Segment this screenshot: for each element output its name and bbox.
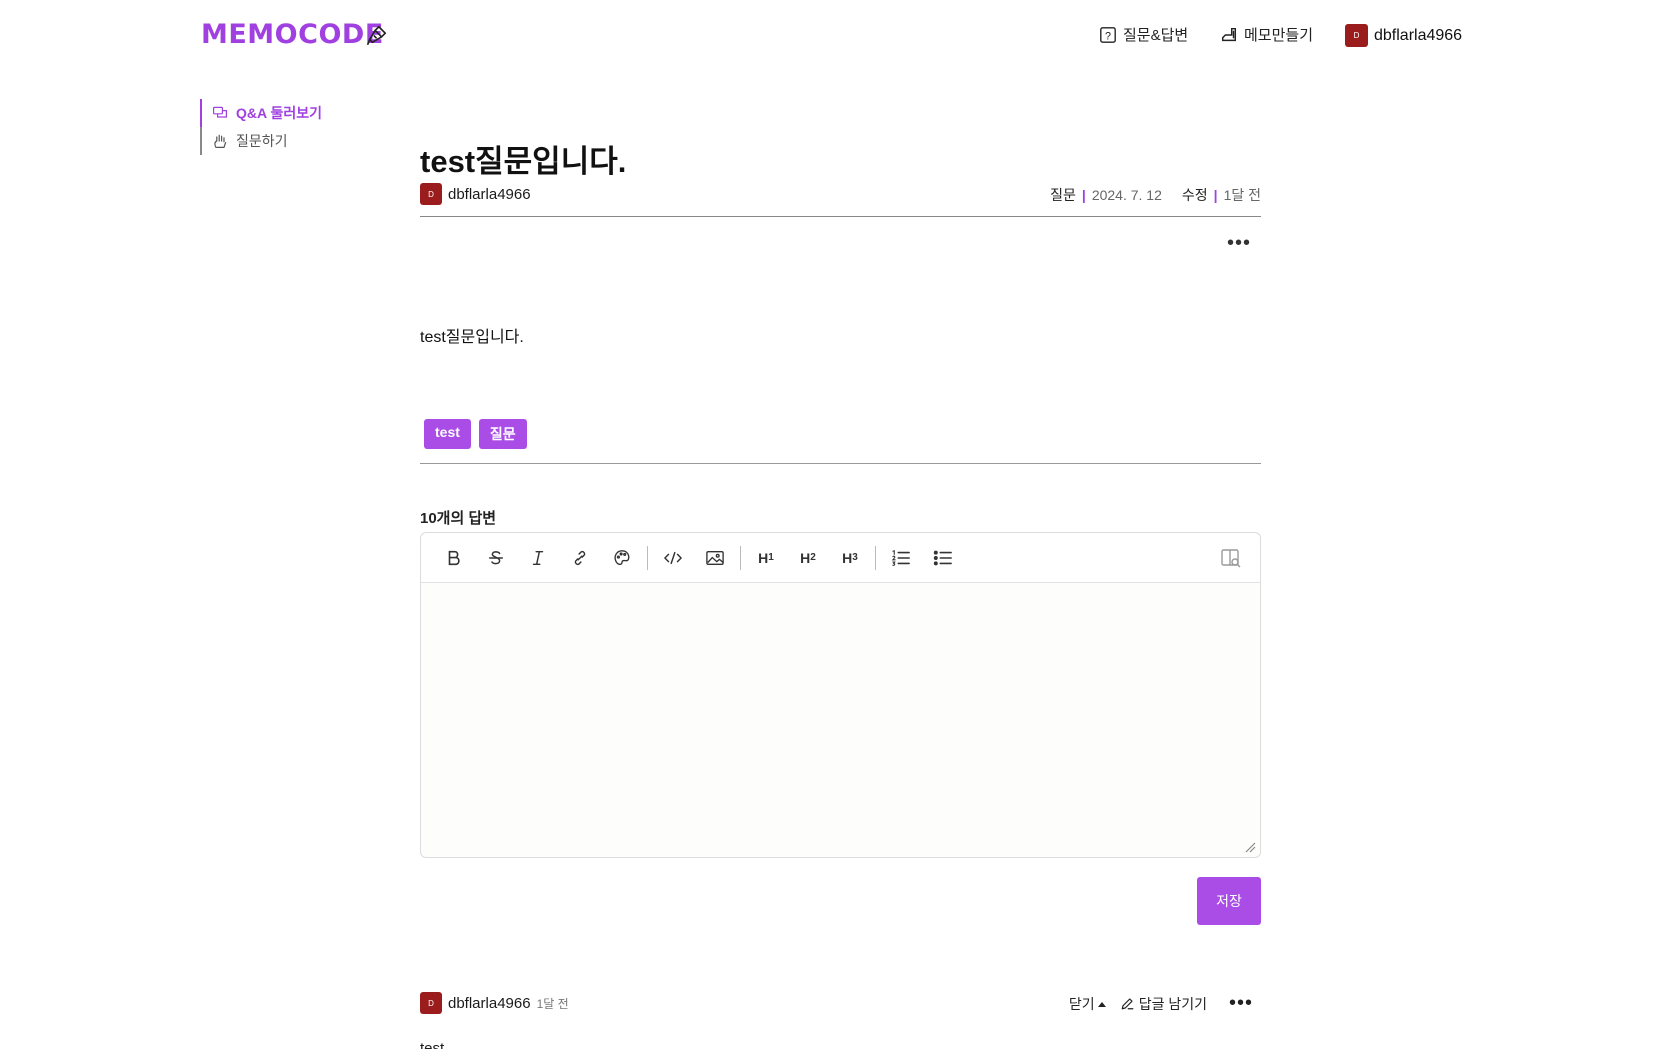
post-kind: 질문 (1050, 187, 1076, 203)
reply-label: 답글 남기기 (1138, 995, 1207, 1012)
collapse-label: 닫기 (1068, 995, 1095, 1012)
code-icon (664, 551, 682, 564)
sidebar-item-qa-browse[interactable]: Q&A 둘러보기 (212, 99, 322, 127)
sidebar-item-label: Q&A 둘러보기 (236, 105, 323, 121)
edited-ago: 1달 전 (1223, 187, 1261, 203)
heading1-level: 1 (768, 552, 774, 563)
divider (420, 216, 1261, 217)
post-meta: 질문 | 2024. 7. 12 수정 | 1달 전 (1050, 185, 1261, 205)
sidebar: Q&A 둘러보기 질문하기 (200, 99, 322, 155)
collapse-button[interactable]: 닫기 (1069, 994, 1106, 1014)
tag[interactable]: test (424, 419, 471, 449)
post-title: test질문입니다. (420, 144, 627, 179)
toolbar-separator (875, 545, 876, 570)
image-icon (706, 550, 724, 565)
heading1-label: H (758, 549, 769, 566)
heading2-button[interactable]: H2 (787, 542, 829, 574)
answer-editor: H1 H2 H3 (420, 532, 1261, 858)
answer-avatar: D (420, 992, 442, 1014)
strikethrough-icon (488, 550, 504, 564)
svg-text:?: ? (1105, 30, 1111, 42)
link-button[interactable] (559, 542, 601, 574)
author-name: dbflarla4966 (448, 185, 531, 203)
pen-icon (367, 25, 387, 45)
ordered-list-button[interactable] (880, 542, 922, 574)
tag[interactable]: 질문 (478, 419, 527, 449)
bold-button[interactable] (433, 542, 475, 574)
caret-up-icon (1097, 1002, 1106, 1008)
author-avatar: D (420, 183, 442, 205)
nav-qa-link[interactable]: ? 질문&답변 (1099, 24, 1188, 45)
preview-toggle-icon[interactable] (1220, 547, 1242, 569)
nav-qa-label: 질문&답변 (1123, 27, 1189, 44)
heading3-label: H (842, 549, 853, 566)
nav-user-menu[interactable]: D dbflarla4966 (1345, 24, 1462, 47)
post-author[interactable]: D dbflarla4966 (420, 183, 531, 205)
bullet-list-button[interactable] (922, 542, 964, 574)
nav-username: dbflarla4966 (1374, 26, 1463, 44)
heading2-label: H (800, 549, 811, 566)
memo-boot-icon (1221, 27, 1237, 41)
answer-more-menu-icon[interactable]: ••• (1229, 992, 1253, 1015)
palette-icon (614, 549, 630, 565)
color-button[interactable] (601, 542, 643, 574)
post-date: 2024. 7. 12 (1091, 187, 1162, 203)
meta-separator: | (1213, 187, 1218, 203)
sidebar-item-label: 질문하기 (236, 133, 288, 149)
bullet-list-icon (933, 550, 952, 565)
heading3-button[interactable]: H3 (829, 542, 871, 574)
raise-hand-icon (214, 134, 227, 148)
heading2-level: 2 (810, 552, 816, 563)
heading3-level: 3 (852, 552, 858, 563)
save-button[interactable]: 저장 (1197, 877, 1261, 925)
italic-icon (532, 550, 544, 565)
answer-actions: 닫기 답글 남기기 ••• (1069, 992, 1253, 1015)
link-icon (574, 550, 586, 565)
ordered-list-icon (891, 549, 910, 566)
post-body: test질문입니다. (420, 329, 524, 346)
reply-button[interactable]: 답글 남기기 (1120, 994, 1207, 1014)
meta-separator: | (1081, 187, 1086, 203)
top-header: MEMOCODE ? 질문&답변 메모만들기 D dbflarla4966 (0, 0, 1678, 70)
site-logo[interactable]: MEMOCODE (201, 19, 384, 50)
post-more-menu-icon[interactable]: ••• (1227, 232, 1251, 255)
nav-memo-label: 메모만들기 (1244, 27, 1314, 44)
answer-count: 10개의 답변 (420, 510, 497, 527)
user-avatar: D (1345, 24, 1368, 47)
pencil-icon (1121, 998, 1134, 1010)
heading1-button[interactable]: H1 (745, 542, 787, 574)
chat-icon (213, 106, 227, 118)
image-button[interactable] (694, 542, 736, 574)
question-box-icon: ? (1100, 26, 1116, 43)
answer-body: test (420, 1040, 445, 1049)
editor-toolbar: H1 H2 H3 (421, 533, 1260, 583)
answer-author[interactable]: D dbflarla4966 1달 전 (420, 992, 569, 1014)
tag-list: test 질문 (424, 419, 527, 449)
sidebar-item-ask[interactable]: 질문하기 (200, 127, 322, 155)
divider (420, 463, 1261, 464)
answer-author-name: dbflarla4966 (448, 994, 531, 1012)
edited-label: 수정 (1181, 187, 1208, 203)
nav-memo-link[interactable]: 메모만들기 (1220, 24, 1313, 45)
toolbar-separator (740, 545, 741, 570)
strikethrough-button[interactable] (475, 542, 517, 574)
resize-handle-icon[interactable] (1244, 841, 1256, 853)
italic-button[interactable] (517, 542, 559, 574)
code-button[interactable] (652, 542, 694, 574)
bold-icon (448, 550, 460, 565)
answer-time: 1달 전 (536, 996, 569, 1011)
toolbar-separator (647, 545, 648, 570)
